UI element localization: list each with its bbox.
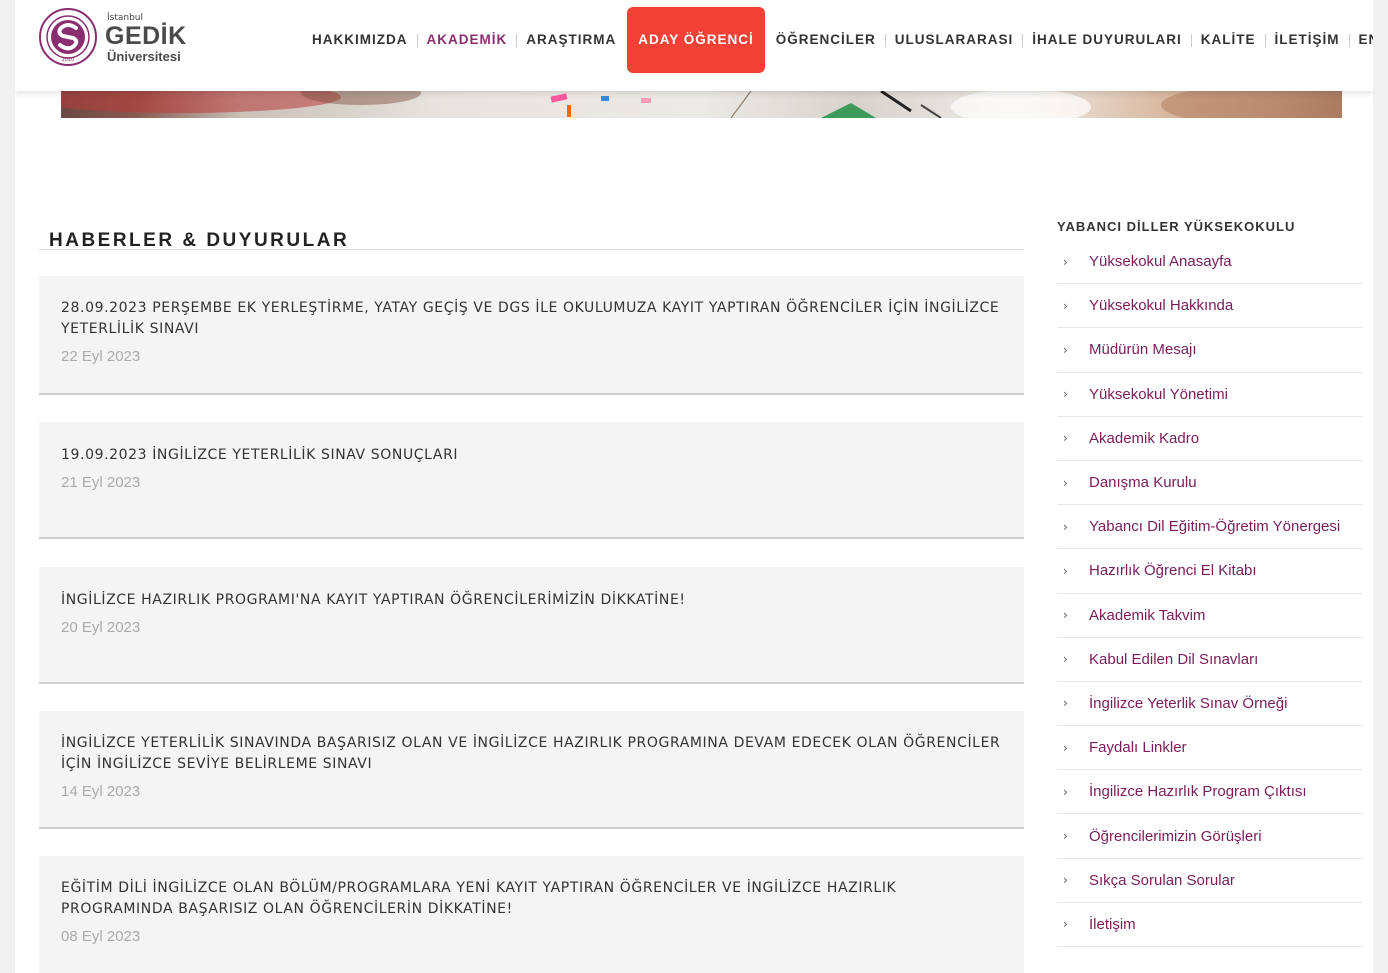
nav-item-arastirma[interactable]: ARAŞTIRMA <box>517 32 625 48</box>
sidebar-item-label[interactable]: İletişim <box>1089 916 1136 933</box>
page: 2010 İstanbul GEDİK Üniversitesi HAKKIMI… <box>15 0 1373 973</box>
sidebar-item-yonerge[interactable]: › Yabancı Dil Eğitim-Öğretim Yönergesi <box>1057 505 1363 550</box>
nav-item-hakkimizda[interactable]: HAKKIMIZDA <box>303 32 417 48</box>
news-item-date: 22 Eyl 2023 <box>61 348 141 365</box>
sidebar-item-akademik-takvim[interactable]: › Akademik Takvim <box>1057 594 1363 638</box>
sidebar-item-label[interactable]: Öğrencilerimizin Görüşleri <box>1089 828 1262 845</box>
banner-photo-fragment <box>61 91 1342 118</box>
site-header: 2010 İstanbul GEDİK Üniversitesi HAKKIMI… <box>15 0 1373 91</box>
sidebar-item-el-kitabi[interactable]: › Hazırlık Öğrenci El Kitabı <box>1057 549 1363 594</box>
svg-text:2010: 2010 <box>62 57 75 63</box>
chevron-right-icon: › <box>1063 696 1068 711</box>
sidebar-item-yuksekokul-anasayfa[interactable]: › Yüksekokul Anasayfa <box>1057 240 1363 285</box>
chevron-right-icon: › <box>1063 608 1068 623</box>
news-item-date: 20 Eyl 2023 <box>61 619 141 636</box>
logo-subtitle: Üniversitesi <box>107 49 181 64</box>
title-divider <box>39 249 1024 250</box>
chevron-right-icon: › <box>1063 829 1068 844</box>
sidebar-item-label[interactable]: Müdürün Mesajı <box>1089 341 1197 358</box>
nav-item-ihale-duyurulari[interactable]: İHALE DUYURULARI <box>1023 32 1191 48</box>
sidebar-item-label[interactable]: Akademik Kadro <box>1089 430 1199 447</box>
sidebar-item-label[interactable]: Hazırlık Öğrenci El Kitabı <box>1089 562 1257 579</box>
sidebar-item-mudurun-mesaji[interactable]: › Müdürün Mesajı <box>1057 328 1363 373</box>
nav-item-aday-ogrenci[interactable]: ADAY ÖĞRENCİ <box>627 7 765 73</box>
sidebar-menu: › Yüksekokul Anasayfa › Yüksekokul Hakkınd… <box>1057 240 1363 947</box>
nav-item-iletisim[interactable]: İLETİŞİM <box>1266 32 1349 48</box>
news-item-date: 08 Eyl 2023 <box>61 928 141 945</box>
nav-item-akademik[interactable]: AKADEMİK <box>418 32 517 48</box>
sidebar-item-label[interactable]: İngilizce Yeterlik Sınav Örneği <box>1089 695 1287 712</box>
news-item-title[interactable]: 28.09.2023 PERŞEMBE EK YERLEŞTİRME, YATA… <box>61 296 1002 340</box>
sidebar-item-label[interactable]: Yüksekokul Yönetimi <box>1089 386 1228 403</box>
chevron-right-icon: › <box>1063 784 1068 799</box>
news-item[interactable]: İNGİLİZCE YETERLİLİK SINAVINDA BAŞARISIZ… <box>39 711 1024 829</box>
sidebar-item-faydali-linkler[interactable]: › Faydalı Linkler <box>1057 726 1363 771</box>
news-item-date: 14 Eyl 2023 <box>61 783 141 800</box>
news-item-date: 21 Eyl 2023 <box>61 474 141 491</box>
news-item[interactable]: EĞİTİM DİLİ İNGİLİZCE OLAN BÖLÜM/PROGRAM… <box>39 856 1024 973</box>
chevron-right-icon: › <box>1063 431 1068 446</box>
sidebar-item-label[interactable]: Akademik Takvim <box>1089 607 1205 624</box>
site-logo[interactable]: 2010 İstanbul GEDİK Üniversitesi <box>39 6 209 70</box>
sidebar-item-label[interactable]: Yüksekokul Anasayfa <box>1089 253 1232 270</box>
sidebar-item-dil-sinavlari[interactable]: › Kabul Edilen Dil Sınavları <box>1057 638 1363 682</box>
chevron-right-icon: › <box>1063 873 1068 888</box>
nav-item-language-en[interactable]: EN <box>1350 32 1373 48</box>
chevron-right-icon: › <box>1063 652 1068 667</box>
chevron-right-icon: › <box>1063 475 1068 490</box>
news-item[interactable]: İNGİLİZCE HAZIRLIK PROGRAMI'NA KAYIT YAP… <box>39 567 1024 684</box>
logo-name: GEDİK <box>105 22 187 50</box>
sidebar-item-label[interactable]: Yabancı Dil Eğitim-Öğretim Yönergesi <box>1089 518 1340 535</box>
sidebar-item-gorusler[interactable]: › Öğrencilerimizin Görüşleri <box>1057 814 1363 859</box>
sidebar-item-sinav-ornegi[interactable]: › İngilizce Yeterlik Sınav Örneği <box>1057 682 1363 727</box>
sidebar-item-sss[interactable]: › Sıkça Sorulan Sorular <box>1057 859 1363 903</box>
sidebar-title: YABANCI DİLLER YÜKSEKOKULU <box>1057 219 1296 234</box>
chevron-right-icon: › <box>1063 298 1068 313</box>
chevron-right-icon: › <box>1063 519 1068 534</box>
sidebar-item-iletisim[interactable]: › İletişim <box>1057 903 1363 947</box>
sidebar-item-program-ciktisi[interactable]: › İngilizce Hazırlık Program Çıktısı <box>1057 770 1363 815</box>
news-item-title[interactable]: EĞİTİM DİLİ İNGİLİZCE OLAN BÖLÜM/PROGRAM… <box>61 876 1002 920</box>
chevron-right-icon: › <box>1063 740 1068 755</box>
sidebar-item-label[interactable]: İngilizce Hazırlık Program Çıktısı <box>1089 783 1307 800</box>
chevron-right-icon: › <box>1063 254 1068 269</box>
sidebar-item-akademik-kadro[interactable]: › Akademik Kadro <box>1057 417 1363 461</box>
sidebar-item-label[interactable]: Faydalı Linkler <box>1089 739 1187 756</box>
chevron-right-icon: › <box>1063 387 1068 402</box>
news-item-title[interactable]: İNGİLİZCE YETERLİLİK SINAVINDA BAŞARISIZ… <box>61 731 1002 775</box>
sidebar-item-yuksekokul-hakkinda[interactable]: › Yüksekokul Hakkında <box>1057 284 1363 329</box>
news-item-title[interactable]: 19.09.2023 İNGİLİZCE YETERLİLİK SINAV SO… <box>61 443 1002 466</box>
sidebar-item-label[interactable]: Danışma Kurulu <box>1089 474 1197 491</box>
nav-item-ogrenciler[interactable]: ÖĞRENCİLER <box>767 32 885 48</box>
university-emblem-icon: 2010 <box>39 8 97 66</box>
sidebar-item-label[interactable]: Kabul Edilen Dil Sınavları <box>1089 651 1258 668</box>
nav-item-kalite[interactable]: KALİTE <box>1192 32 1265 48</box>
sidebar-item-label[interactable]: Sıkça Sorulan Sorular <box>1089 872 1235 889</box>
chevron-right-icon: › <box>1063 342 1068 357</box>
chevron-right-icon: › <box>1063 563 1068 578</box>
hero-banner-image <box>61 91 1342 118</box>
news-item-title[interactable]: İNGİLİZCE HAZIRLIK PROGRAMI'NA KAYIT YAP… <box>61 588 1002 611</box>
sidebar-item-label[interactable]: Yüksekokul Hakkında <box>1089 297 1233 314</box>
sidebar-item-danisma-kurulu[interactable]: › Danışma Kurulu <box>1057 461 1363 506</box>
sidebar-item-yuksekokul-yonetimi[interactable]: › Yüksekokul Yönetimi <box>1057 373 1363 417</box>
nav-item-uluslararasi[interactable]: ULUSLARARASI <box>886 32 1023 48</box>
news-item[interactable]: 28.09.2023 PERŞEMBE EK YERLEŞTİRME, YATA… <box>39 276 1024 395</box>
main-nav: HAKKIMIZDA AKADEMİK ARAŞTIRMA ADAY ÖĞREN… <box>303 0 1373 80</box>
news-item[interactable]: 19.09.2023 İNGİLİZCE YETERLİLİK SINAV SO… <box>39 422 1024 539</box>
chevron-right-icon: › <box>1063 917 1068 932</box>
